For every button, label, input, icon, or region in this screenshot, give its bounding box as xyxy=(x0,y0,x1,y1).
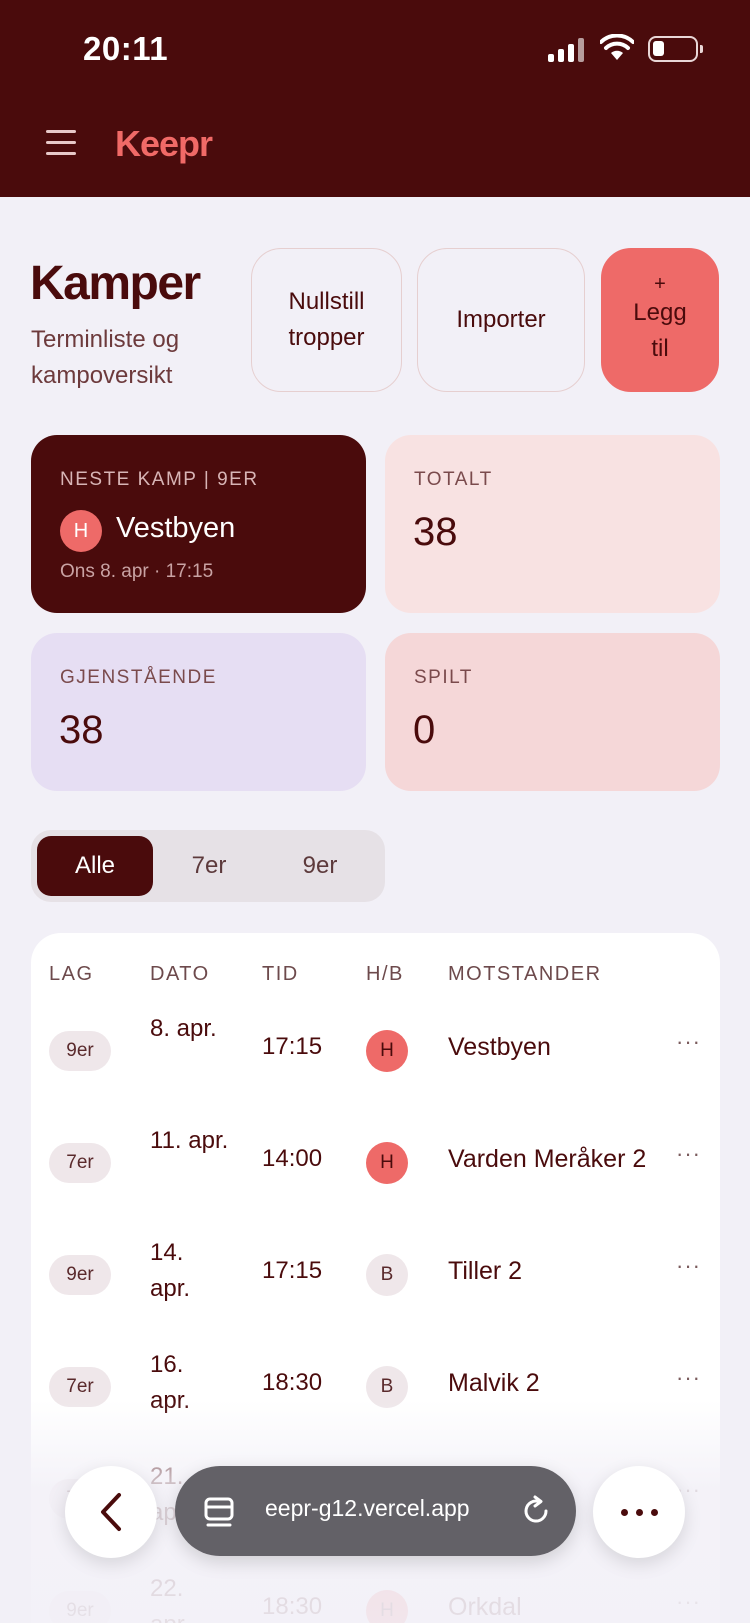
more-icon[interactable]: ··· xyxy=(676,1029,701,1055)
match-time: 17:15 xyxy=(262,1257,323,1284)
import-button[interactable]: Importer xyxy=(417,248,585,392)
hamburger-icon[interactable] xyxy=(46,130,76,156)
remaining-value: 38 xyxy=(59,708,104,752)
match-opponent: Varden Meråker 2 xyxy=(448,1145,647,1173)
played-value: 0 xyxy=(413,708,436,752)
url-text: eepr-g12.vercel.app xyxy=(265,1495,470,1521)
column-header-home-away[interactable]: H/B xyxy=(366,963,404,986)
table-row[interactable]: 9er 22. apr. 18:30 H Orkdal ··· xyxy=(31,1553,720,1623)
home-away-badge: H xyxy=(366,1030,408,1072)
team-pill: 7er xyxy=(49,1143,111,1183)
status-time: 20:11 xyxy=(83,30,169,67)
home-away-badge: B xyxy=(366,1366,408,1408)
cellular-signal-icon xyxy=(548,38,586,62)
match-opponent: Vestbyen xyxy=(448,1033,551,1061)
plus-icon: + xyxy=(654,273,666,295)
match-date: 22. apr. xyxy=(150,1575,190,1623)
team-pill: 9er xyxy=(49,1255,111,1295)
table-row[interactable]: 7er 16. apr. 18:30 B Malvik 2 ··· xyxy=(31,1329,720,1441)
add-match-label: Legg til xyxy=(633,299,687,362)
table-row[interactable]: 7er 11. apr. 14:00 H Varden Meråker 2 ··… xyxy=(31,1105,720,1217)
filter-7er[interactable]: 7er xyxy=(157,836,261,896)
home-away-badge: H xyxy=(366,1142,408,1184)
team-pill: 9er xyxy=(49,1591,111,1623)
more-icon[interactable]: ··· xyxy=(676,1365,701,1391)
home-away-badge: B xyxy=(366,1254,408,1296)
column-header-date[interactable]: DATO xyxy=(150,963,210,986)
more-icon[interactable]: ··· xyxy=(676,1589,701,1615)
app-logo[interactable]: Keepr xyxy=(115,123,213,165)
match-date: 14. apr. xyxy=(150,1239,191,1302)
next-match-card[interactable]: NESTE KAMP | 9ER H Vestbyen Ons 8. apr ·… xyxy=(31,435,366,613)
total-label: TOTALT xyxy=(414,469,493,490)
filter-all[interactable]: Alle xyxy=(37,836,153,896)
team-pill: 7er xyxy=(49,1367,111,1407)
total-value: 38 xyxy=(413,510,458,554)
total-stat-card: TOTALT 38 xyxy=(385,435,720,613)
browser-more-button[interactable] xyxy=(593,1466,685,1558)
team-filter: Alle 7er 9er xyxy=(31,830,385,902)
home-badge: H xyxy=(60,510,102,552)
match-date: 11. apr. xyxy=(150,1127,229,1154)
next-match-opponent: Vestbyen xyxy=(116,512,236,544)
app-header: 20:11 Keepr xyxy=(0,0,750,197)
match-time: 17:15 xyxy=(262,1033,323,1060)
add-match-button[interactable]: + Legg til xyxy=(601,248,719,392)
column-header-team[interactable]: LAG xyxy=(49,963,94,986)
table-row[interactable]: 9er 14. apr. 17:15 B Tiller 2 ··· xyxy=(31,1217,720,1329)
match-opponent: Tiller 2 xyxy=(448,1257,523,1285)
match-opponent: Malvik 2 xyxy=(448,1369,540,1397)
browser-url-bar[interactable]: eepr-g12.vercel.app xyxy=(175,1466,576,1556)
reset-squads-label: Nullstill tropper xyxy=(288,288,365,351)
filter-9er[interactable]: 9er xyxy=(265,836,375,896)
played-label: SPILT xyxy=(414,667,473,688)
chevron-left-icon xyxy=(101,1493,121,1531)
match-opponent: Orkdal xyxy=(448,1593,522,1621)
match-time: 14:00 xyxy=(262,1145,323,1172)
tabs-icon[interactable] xyxy=(203,1496,235,1528)
table-row[interactable]: 9er 8. apr. 17:15 H Vestbyen ··· xyxy=(31,993,720,1105)
reload-icon[interactable] xyxy=(519,1494,553,1528)
match-time: 18:30 xyxy=(262,1369,323,1396)
played-stat-card: SPILT 0 xyxy=(385,633,720,791)
next-match-datetime: Ons 8. apr · 17:15 xyxy=(60,561,214,582)
column-header-time[interactable]: TID xyxy=(262,963,299,986)
team-pill: 9er xyxy=(49,1031,111,1071)
page-title: Kamper xyxy=(30,257,201,310)
next-match-label: NESTE KAMP | 9ER xyxy=(60,469,259,490)
page-subtitle: Terminliste og kampoversikt xyxy=(31,326,180,389)
wifi-icon xyxy=(600,34,634,60)
column-header-opponent[interactable]: MOTSTANDER xyxy=(448,963,602,986)
remaining-label: GJENSTÅENDE xyxy=(60,667,217,688)
import-label: Importer xyxy=(456,306,546,333)
home-away-badge: H xyxy=(366,1590,408,1623)
match-date: 16. apr. xyxy=(150,1351,191,1414)
reset-squads-button[interactable]: Nullstill tropper xyxy=(251,248,402,392)
battery-icon xyxy=(648,36,703,62)
more-icon[interactable]: ··· xyxy=(676,1141,701,1167)
browser-back-button[interactable] xyxy=(65,1466,157,1558)
match-date: 8. apr. xyxy=(150,1015,217,1042)
match-time: 18:30 xyxy=(262,1593,323,1620)
remaining-stat-card: GJENSTÅENDE 38 xyxy=(31,633,366,791)
more-icon[interactable]: ··· xyxy=(676,1253,701,1279)
